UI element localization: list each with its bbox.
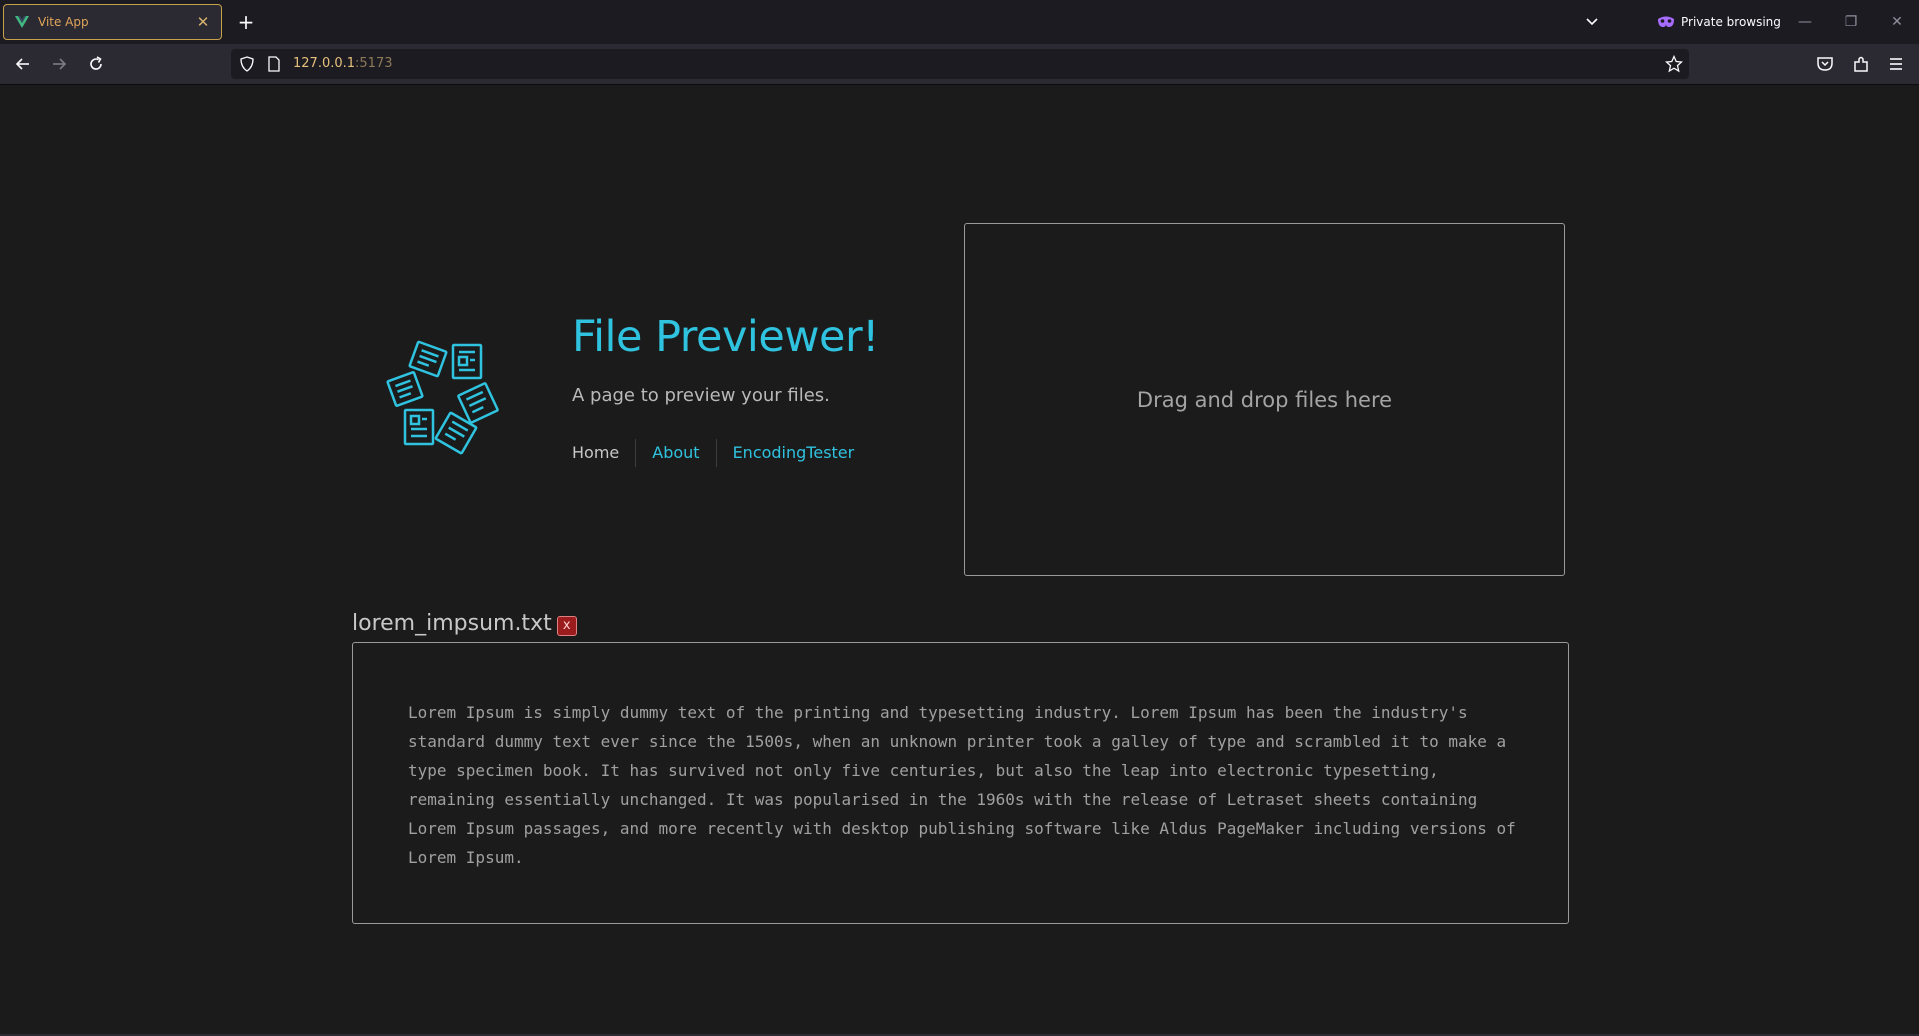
close-window-button[interactable]: ✕ — [1885, 10, 1909, 34]
private-mask-icon — [1658, 16, 1674, 27]
reload-icon[interactable] — [86, 54, 106, 74]
tab-title: Vite App — [38, 15, 89, 29]
files-logo-icon — [386, 340, 499, 455]
main-nav: Home About EncodingTester — [572, 439, 870, 467]
file-dropzone[interactable]: Drag and drop files here — [964, 223, 1565, 576]
back-icon[interactable] — [13, 54, 33, 74]
remove-file-button[interactable]: x — [556, 615, 577, 636]
shield-icon[interactable] — [239, 56, 255, 72]
browser-toolbar: 127.0.0.1:5173 — [0, 44, 1919, 85]
browser-tab[interactable]: Vite App ✕ — [3, 4, 222, 40]
file-preview-panel: Lorem Ipsum is simply dummy text of the … — [352, 642, 1569, 924]
file-preview-text: Lorem Ipsum is simply dummy text of the … — [408, 703, 1516, 867]
tab-close-icon[interactable]: ✕ — [195, 13, 211, 31]
file-name: lorem_impsum.txt — [352, 611, 552, 636]
page-subtitle: A page to preview your files. — [572, 385, 830, 406]
url-port: :5173 — [355, 56, 393, 71]
minimize-button[interactable]: — — [1793, 10, 1817, 34]
nav-link-encodingtester[interactable]: EncodingTester — [715, 439, 871, 467]
page-content: File Previewer! A page to preview your f… — [0, 86, 1919, 1036]
dropzone-label: Drag and drop files here — [1136, 387, 1393, 412]
nav-link-about[interactable]: About — [635, 439, 715, 467]
restore-button[interactable]: ❐ — [1839, 10, 1863, 34]
extensions-icon[interactable] — [1851, 54, 1871, 74]
nav-link-home[interactable]: Home — [572, 439, 635, 467]
forward-icon[interactable] — [49, 54, 69, 74]
page-info-icon[interactable] — [267, 56, 281, 72]
file-header: lorem_impsum.txt x — [352, 611, 577, 636]
private-browsing-indicator: Private browsing — [1657, 12, 1781, 32]
list-all-tabs-icon[interactable] — [1582, 12, 1602, 32]
bookmark-star-icon[interactable] — [1665, 55, 1683, 73]
page-title: File Previewer! — [572, 312, 879, 362]
vue-logo-icon — [15, 16, 29, 28]
pocket-icon[interactable] — [1815, 54, 1835, 74]
address-bar[interactable]: 127.0.0.1:5173 — [231, 49, 1689, 79]
url-text[interactable]: 127.0.0.1:5173 — [293, 56, 393, 71]
browser-tabstrip: Vite App ✕ + Private browsing — ❐ ✕ — [0, 0, 1919, 44]
new-tab-button[interactable]: + — [236, 10, 256, 34]
url-host: 127.0.0.1 — [293, 56, 356, 71]
menu-icon[interactable] — [1886, 54, 1906, 74]
private-browsing-label: Private browsing — [1681, 15, 1781, 29]
